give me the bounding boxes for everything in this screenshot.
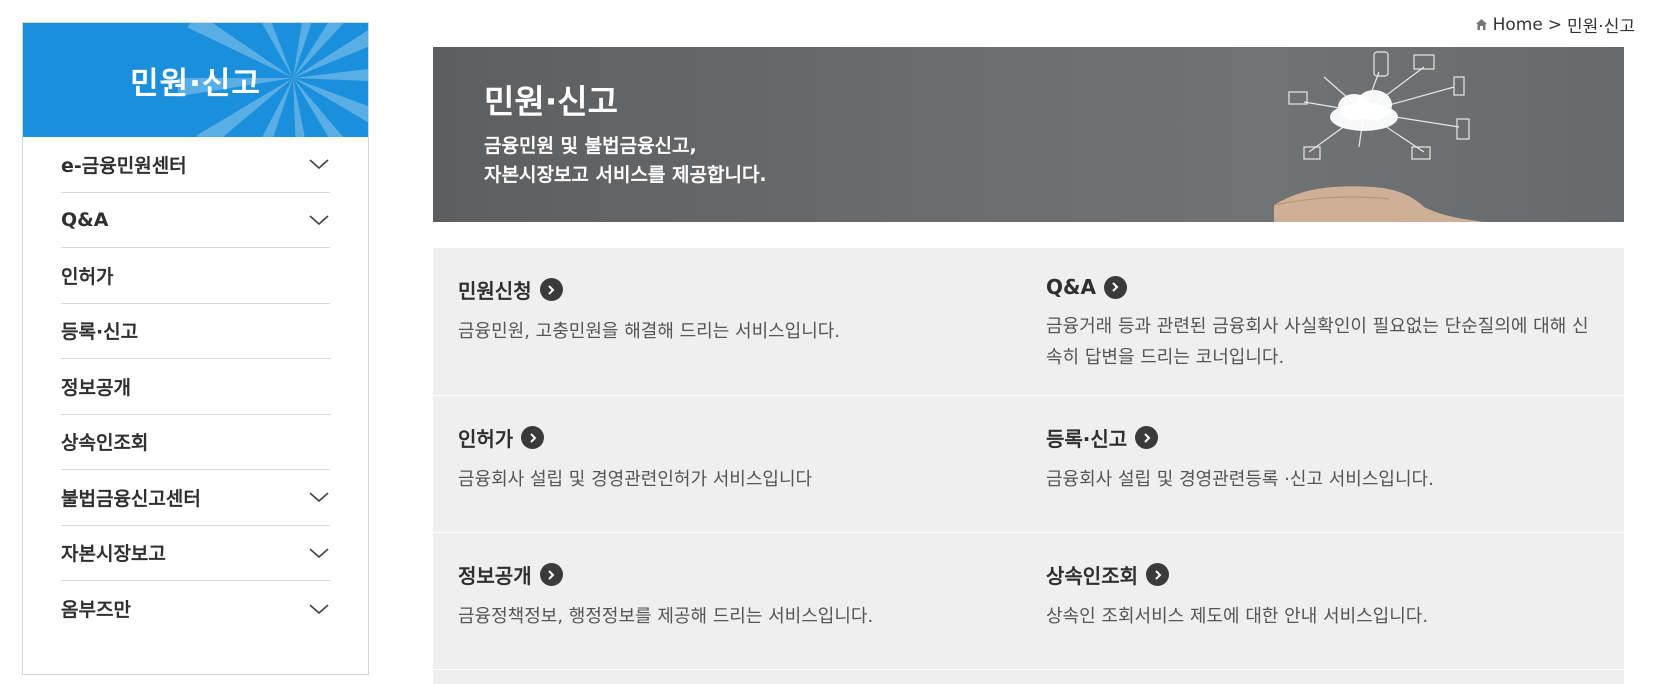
banner-description: 금융민원 및 불법금융신고, 자본시장보고 서비스를 제공합니다. (484, 132, 767, 190)
banner-description-line-2: 자본시장보고 서비스를 제공합니다. (484, 164, 767, 186)
service-title: 등록·신고 (1046, 427, 1128, 451)
chevron-right-circle-icon (1103, 275, 1127, 299)
service-title: 인허가 (458, 427, 514, 451)
chevron-right-circle-icon (539, 278, 563, 301)
breadcrumb-current: 민원·신고 (1567, 17, 1635, 37)
sidebar-item-label: 옴부즈만 (61, 599, 131, 622)
sidebar-item-registration[interactable]: 등록·신고 (61, 304, 330, 359)
chevron-right-circle-icon (539, 563, 563, 586)
service-card-inheritance: 상속인조회 상속인 조회서비스 제도에 대한 안내 서비스입니다. (1046, 560, 1428, 632)
service-description: 금융회사 설립 및 경영관련인허가 서비스입니다 (458, 469, 813, 490)
cloud-network-hand-illustration-icon (1273, 51, 1484, 222)
sidebar-item-label: Q&A (61, 208, 109, 231)
sidebar-item-label: 등록·신고 (61, 321, 139, 344)
service-link-registration[interactable]: 등록·신고 (1046, 423, 1434, 452)
chevron-right-circle-icon (521, 426, 545, 449)
sidebar-menu: e-금융민원센터 Q&A 인허가 등록·신고 정보공개 상속인조회 불법금융신고… (23, 137, 368, 637)
sidebar-item-qna[interactable]: Q&A (61, 193, 330, 248)
service-description: 상속인 조회서비스 제도에 대한 안내 서비스입니다. (1046, 606, 1429, 627)
service-grid: 민원신청 금융민원, 고충민원을 해결해 드리는 서비스입니다. Q&A 금융거… (433, 248, 1624, 684)
sidebar-item-illegal-finance[interactable]: 불법금융신고센터 (61, 470, 330, 526)
service-card-registration: 등록·신고 금융회사 설립 및 경영관련등록 ·신고 서비스입니다. (1046, 423, 1434, 495)
sidebar-item-disclosure[interactable]: 정보공개 (61, 359, 330, 415)
chevron-down-icon (309, 215, 329, 225)
sidebar-item-label: 상속인조회 (61, 432, 149, 455)
service-title: 정보공개 (458, 564, 532, 588)
sidebar-item-licensing[interactable]: 인허가 (61, 248, 330, 304)
breadcrumb-home-link[interactable]: Home (1493, 15, 1543, 35)
service-link-inheritance[interactable]: 상속인조회 (1046, 560, 1428, 589)
chevron-down-icon (309, 159, 329, 170)
service-title: 민원신청 (458, 279, 532, 303)
banner-description-line-1: 금융민원 및 불법금융신고, (484, 135, 697, 157)
service-link-disclosure[interactable]: 정보공개 (458, 560, 873, 589)
service-card-complaint: 민원신청 금융민원, 고충민원을 해결해 드리는 서비스입니다. (458, 275, 840, 347)
home-icon (1475, 19, 1487, 30)
service-row: 민원신청 금융민원, 고충민원을 해결해 드리는 서비스입니다. Q&A 금융거… (433, 248, 1624, 396)
service-link-licensing[interactable]: 인허가 (458, 423, 812, 452)
sidebar-header: 민원·신고 (23, 23, 368, 137)
service-link-qna[interactable]: Q&A (1046, 275, 1591, 299)
sidebar-item-capital-market[interactable]: 자본시장보고 (61, 526, 330, 581)
service-card-qna: Q&A 금융거래 등과 관련된 금융회사 사실확인이 필요없는 단순질의에 대해… (1046, 275, 1591, 373)
service-card-licensing: 인허가 금융회사 설립 및 경영관련인허가 서비스입니다 (458, 423, 812, 495)
service-description: 금융정책정보, 행정정보를 제공해 드리는 서비스입니다. (458, 606, 874, 627)
breadcrumb: Home > 민원·신고 (1475, 12, 1635, 37)
service-title: 상속인조회 (1046, 564, 1138, 588)
service-row: 인허가 금융회사 설립 및 경영관련인허가 서비스입니다 등록·신고 금융회사 … (433, 396, 1624, 533)
service-description: 금융민원, 고충민원을 해결해 드리는 서비스입니다. (458, 321, 841, 342)
breadcrumb-separator: > (1547, 14, 1563, 35)
service-link-complaint[interactable]: 민원신청 (458, 275, 840, 304)
sidebar-item-label: 정보공개 (61, 376, 131, 399)
sidebar-item-inheritance[interactable]: 상속인조회 (61, 415, 330, 470)
service-title: Q&A (1046, 275, 1096, 299)
sidebar-title: 민원·신고 (130, 65, 261, 102)
sidebar: 민원·신고 e-금융민원센터 Q&A 인허가 등록·신고 정보공개 상속인조회 … (22, 22, 369, 675)
sidebar-item-label: 자본시장보고 (61, 543, 166, 566)
banner-title: 민원·신고 (484, 82, 618, 121)
service-description: 금융거래 등과 관련된 금융회사 사실확인이 필요없는 단순질의에 대해 신속히… (1046, 316, 1589, 368)
service-row: 정보공개 금융정책정보, 행정정보를 제공해 드리는 서비스입니다. 상속인조회… (433, 533, 1624, 670)
sidebar-item-e-complaint-center[interactable]: e-금융민원센터 (61, 137, 330, 193)
chevron-down-icon (309, 492, 329, 503)
chevron-right-circle-icon (1135, 426, 1159, 449)
service-card-disclosure: 정보공개 금융정책정보, 행정정보를 제공해 드리는 서비스입니다. (458, 560, 873, 632)
sidebar-item-label: e-금융민원센터 (61, 154, 187, 177)
chevron-down-icon (309, 604, 329, 614)
sidebar-item-ombudsman[interactable]: 옴부즈만 (61, 581, 330, 637)
hero-banner: 민원·신고 금융민원 및 불법금융신고, 자본시장보고 서비스를 제공합니다. (433, 47, 1624, 222)
chevron-down-icon (309, 548, 329, 558)
service-description: 금융회사 설립 및 경영관련등록 ·신고 서비스입니다. (1046, 469, 1434, 490)
sidebar-item-label: 인허가 (61, 265, 114, 288)
chevron-right-circle-icon (1146, 563, 1169, 586)
sidebar-item-label: 불법금융신고센터 (61, 487, 201, 510)
